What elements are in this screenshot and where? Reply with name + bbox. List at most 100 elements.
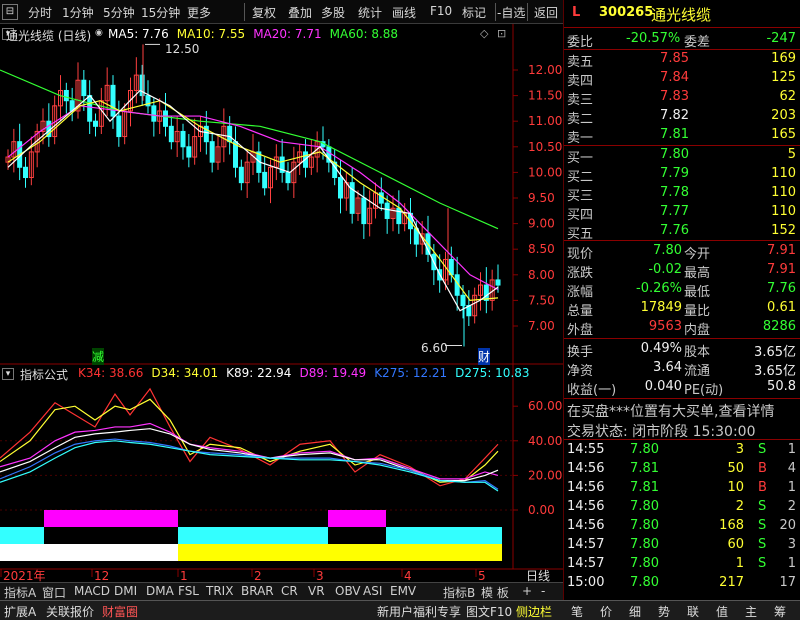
indicator-tab-9[interactable]: VR	[308, 584, 325, 598]
toolbar-item-6[interactable]: 叠加	[288, 4, 312, 21]
sell-volume[interactable]: 125	[744, 70, 796, 85]
diamond-icon[interactable]: ◇	[480, 27, 488, 40]
band-magenta	[44, 510, 178, 527]
indicator-tab-0[interactable]: 指标A	[4, 584, 36, 601]
x-axis-label: 5	[478, 569, 486, 582]
indicator-value-1: D34: 34.01	[151, 366, 219, 380]
toolbar-item-10[interactable]: F10	[430, 4, 452, 18]
tick-side: S	[758, 518, 767, 533]
sell-volume[interactable]: 165	[744, 127, 796, 142]
sell-volume[interactable]: 203	[744, 108, 796, 123]
x-axis-label: 1	[180, 569, 188, 582]
candle-body	[285, 171, 291, 184]
candle-body	[180, 130, 186, 148]
tick-side: B	[758, 461, 767, 476]
high-price-label: 12.50	[165, 42, 200, 56]
panel-tab-4[interactable]: 联	[687, 603, 699, 620]
toolbar-item-1[interactable]: 1分钟	[62, 4, 94, 21]
tick-count: 20	[779, 518, 796, 533]
indicator-tab-14[interactable]: 模 板	[481, 584, 509, 601]
candle-body	[338, 177, 343, 199]
buy-volume[interactable]: 5	[744, 147, 796, 162]
indicator-tab-13[interactable]: 指标B	[443, 584, 475, 601]
indicator-tab-2[interactable]: MACD	[74, 584, 110, 598]
toolbar-item-4[interactable]: 更多	[187, 4, 211, 21]
big-order-notice[interactable]: 在买盘***位置有大买单,查看详情	[567, 401, 774, 421]
stat-value: 3.65亿	[754, 345, 796, 360]
stat-value: 7.91	[767, 243, 796, 258]
buy-volume[interactable]: 152	[744, 223, 796, 238]
indicator-tab-8[interactable]: CR	[281, 584, 298, 598]
candle-body	[186, 146, 192, 158]
panel-tab-5[interactable]: 值	[716, 603, 728, 620]
settings-icon[interactable]: ◉	[95, 28, 103, 38]
indicator-tab-1[interactable]: 窗口	[42, 584, 66, 601]
toolbar-item-0[interactable]: 分时	[28, 4, 52, 21]
buy-price: 7.79	[660, 166, 689, 181]
finance-marker[interactable]: 财	[478, 348, 491, 365]
panel-tab-2[interactable]: 细	[629, 603, 641, 620]
panel-tab-3[interactable]: 势	[658, 603, 670, 620]
wealth-circle-button[interactable]: 财富圈	[102, 603, 138, 620]
indicator-tab-11[interactable]: ASI	[363, 584, 382, 598]
stat-label: 收益(一)	[567, 383, 617, 398]
candle-body	[378, 192, 384, 204]
panel-tab-7[interactable]: 筹	[774, 603, 786, 620]
sell-volume[interactable]: 62	[744, 89, 796, 104]
trade-state: 交易状态: 闭市阶段 15:30:00	[567, 424, 756, 440]
panel-tab-6[interactable]: 主	[745, 603, 757, 620]
panel-tab-1[interactable]: 价	[600, 603, 612, 620]
toolbar-item-2[interactable]: 5分钟	[103, 4, 135, 21]
indicator-tab-7[interactable]: BRAR	[241, 584, 274, 598]
buy-level-label: 买三	[567, 189, 594, 204]
f10-button[interactable]: 图文F10	[466, 603, 512, 620]
toolbar-item-12[interactable]: -自选	[497, 4, 525, 21]
tick-time: 14:56	[567, 499, 605, 514]
indicator-value-4: K275: 12.21	[374, 366, 448, 380]
panel-tab-0[interactable]: 笔	[571, 603, 583, 620]
buy-volume[interactable]: 110	[744, 204, 796, 219]
sidebar-button[interactable]: 侧边栏	[516, 603, 552, 620]
toggle-icon[interactable]: ⊟	[2, 4, 18, 20]
stat-label: 现价	[567, 247, 594, 262]
indicator-tab-12[interactable]: EMV	[390, 584, 416, 598]
toolbar-item-11[interactable]: 标记	[462, 4, 486, 21]
indicator-tab-6[interactable]: TRIX	[206, 584, 233, 598]
buy-volume[interactable]: 110	[744, 185, 796, 200]
indicator-collapse-icon[interactable]: ▾	[2, 368, 14, 380]
reduce-marker[interactable]: 减	[92, 348, 105, 365]
new-user-promo[interactable]: 新用户福利专享	[377, 603, 461, 620]
stat-value: -0.02	[648, 262, 682, 277]
expand-icon[interactable]: ⊡	[497, 27, 506, 40]
indicator-tab-3[interactable]: DMI	[114, 584, 137, 598]
toolbar-item-8[interactable]: 统计	[358, 4, 382, 21]
price-tick-label: 12.00	[528, 63, 562, 77]
kline-chart-area[interactable]: 12.0011.5011.0010.5010.009.509.008.508.0…	[0, 24, 563, 582]
indicator-tab-4[interactable]: DMA	[146, 584, 174, 598]
expand-a-button[interactable]: 扩展A	[4, 603, 36, 620]
indicator-tab-10[interactable]: OBV	[335, 584, 361, 598]
x-axis-label: 2021年	[3, 569, 46, 582]
candle-body	[209, 141, 215, 163]
indicator-tab-16[interactable]: -	[541, 584, 545, 598]
sell-volume[interactable]: 169	[744, 51, 796, 66]
stat-value: 0.61	[767, 300, 796, 315]
toolbar-item-3[interactable]: 15分钟	[141, 4, 180, 21]
indicator-tab-15[interactable]: +	[522, 584, 532, 598]
buy-volume[interactable]: 110	[744, 166, 796, 181]
indicator-tick-label: 20.00	[528, 468, 562, 482]
toolbar-item-5[interactable]: 复权	[252, 4, 276, 21]
toolbar-item-13[interactable]: 返回	[534, 4, 558, 21]
toolbar-item-7[interactable]: 多股	[321, 4, 345, 21]
tick-count: 4	[787, 461, 796, 476]
tick-volume: 168	[719, 518, 744, 533]
linked-quote-button[interactable]: 关联报价	[46, 603, 94, 620]
stat-value: 0.040	[644, 379, 682, 394]
candle-body	[87, 95, 93, 122]
candle-body	[361, 197, 367, 225]
tick-count: 17	[779, 575, 796, 590]
toolbar-item-9[interactable]: 画线	[392, 4, 416, 21]
indicator-tab-5[interactable]: FSL	[178, 584, 199, 598]
sell-price: 7.81	[660, 127, 689, 142]
candle-body	[23, 166, 28, 179]
